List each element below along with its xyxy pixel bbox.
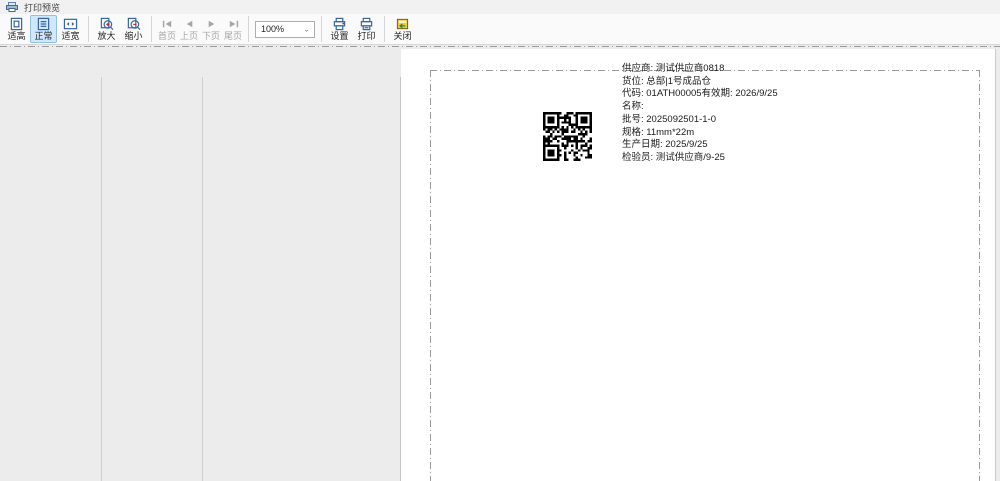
zoom-in-icon (99, 17, 114, 31)
normal-view-button[interactable]: 正常 (30, 15, 57, 43)
title-bar: 打印预览 (0, 0, 1000, 14)
qr-code (543, 112, 592, 161)
column-guide-line (101, 77, 102, 481)
chevron-down-icon: ⌄ (303, 25, 310, 32)
column-guide-line (202, 77, 203, 481)
toolbar-separator (321, 16, 322, 42)
next-page-icon (204, 17, 219, 31)
button-label: 适宽 (61, 31, 79, 41)
zoom-level-select[interactable]: 100% ⌄ (255, 21, 315, 38)
button-label: 打印 (357, 31, 375, 41)
preview-page: 供应商: 测试供应商0818 货位: 总部|1号成品仓 代码: 01ATH000… (401, 49, 996, 481)
fit-width-button[interactable]: 适宽 (57, 15, 84, 43)
margin-guide-right (979, 70, 980, 481)
button-label: 首页 (158, 31, 176, 41)
next-page-button[interactable]: 下页 (200, 15, 222, 43)
close-exit-icon (395, 17, 410, 31)
last-page-icon (226, 17, 241, 31)
zoom-in-button[interactable]: 放大 (93, 15, 120, 43)
label-line-prod-date: 生产日期: 2025/9/25 (622, 139, 778, 152)
label-line-name: 名称: (622, 101, 778, 114)
button-label: 下页 (202, 31, 220, 41)
first-page-button[interactable]: 首页 (156, 15, 178, 43)
printer-icon (6, 2, 18, 12)
page-edge (400, 77, 401, 481)
button-label: 上页 (180, 31, 198, 41)
prev-page-icon (182, 17, 197, 31)
printer-icon (359, 17, 374, 31)
button-label: 正常 (34, 31, 52, 41)
close-button[interactable]: 关闭 (389, 15, 416, 43)
button-label: 关闭 (393, 31, 411, 41)
prev-page-button[interactable]: 上页 (178, 15, 200, 43)
label-line-location: 货位: 总部|1号成品仓 (622, 76, 778, 89)
label-line-batch: 批号: 2025092501-1-0 (622, 114, 778, 127)
button-label: 尾页 (224, 31, 242, 41)
toolbar-separator (384, 16, 385, 42)
page-break-guide-line (0, 46, 1000, 47)
fit-width-icon (63, 17, 78, 31)
label-line-code-expiry: 代码: 01ATH00005有效期: 2026/9/25 (622, 88, 778, 101)
button-label: 适高 (7, 31, 25, 41)
print-preview-window: 打印预览 适高 正常 适宽 (0, 0, 1000, 481)
window-title: 打印预览 (24, 1, 60, 14)
fit-height-icon (9, 17, 24, 31)
button-label: 缩小 (124, 31, 142, 41)
toolbar-separator (151, 16, 152, 42)
label-line-inspector: 检验员: 测试供应商/9-25 (622, 152, 778, 165)
label-line-supplier: 供应商: 测试供应商0818 (622, 63, 778, 76)
first-page-icon (160, 17, 175, 31)
toolbar: 适高 正常 适宽 (0, 14, 1000, 45)
print-settings-button[interactable]: 设置 (326, 15, 353, 43)
print-button[interactable]: 打印 (353, 15, 380, 43)
toolbar-separator (248, 16, 249, 42)
page-edge (995, 49, 996, 481)
fit-height-button[interactable]: 适高 (3, 15, 30, 43)
zoom-out-icon (126, 17, 141, 31)
zoom-out-button[interactable]: 缩小 (120, 15, 147, 43)
last-page-button[interactable]: 尾页 (222, 15, 244, 43)
toolbar-separator (88, 16, 89, 42)
normal-view-icon (36, 17, 51, 31)
printer-settings-icon (332, 17, 347, 31)
zoom-level-value: 100% (261, 24, 284, 34)
preview-canvas[interactable]: 供应商: 测试供应商0818 货位: 总部|1号成品仓 代码: 01ATH000… (0, 45, 1000, 481)
margin-guide-left (430, 70, 431, 481)
button-label: 放大 (97, 31, 115, 41)
label-line-spec: 规格: 11mm*22m (622, 127, 778, 140)
label-text-block: 供应商: 测试供应商0818 货位: 总部|1号成品仓 代码: 01ATH000… (622, 63, 778, 165)
button-label: 设置 (330, 31, 348, 41)
